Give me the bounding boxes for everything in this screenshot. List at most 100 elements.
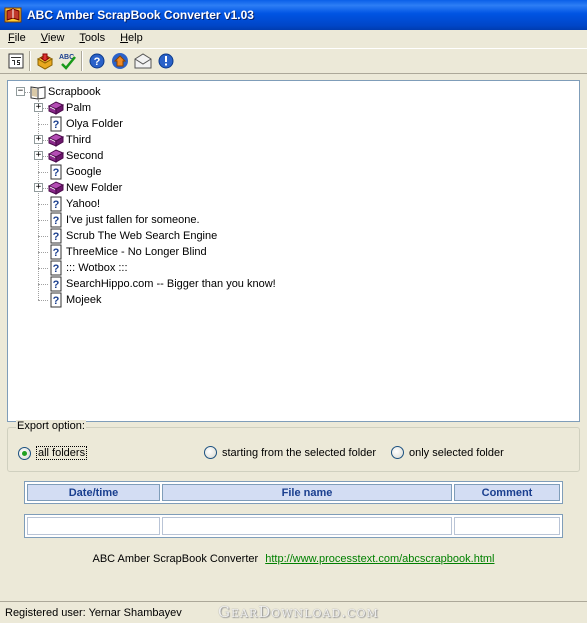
tree-page[interactable]: ?::: Wotbox ::: xyxy=(48,260,130,276)
tree-page[interactable]: ? Olya Folder xyxy=(48,116,125,132)
tree-item-label: Google xyxy=(66,166,102,178)
radio-circle-icon[interactable] xyxy=(391,446,404,459)
tree-connector xyxy=(38,236,48,237)
tree-page[interactable]: ? Scrub The Web Search Engine xyxy=(48,228,219,244)
svg-text:?: ? xyxy=(53,119,60,131)
column-header-date-time[interactable]: Date/time xyxy=(27,484,160,501)
help-button[interactable]: ? xyxy=(85,50,108,72)
radio-starting-from-selected-label: starting from the selected folder xyxy=(222,446,377,459)
tree-connector xyxy=(38,204,48,205)
toolbar: ABC ? xyxy=(0,48,587,74)
expand-icon[interactable]: + xyxy=(34,135,43,144)
radio-only-selected[interactable]: only selected folder xyxy=(391,446,504,459)
radio-starting-from-selected[interactable]: starting from the selected folder xyxy=(204,446,376,459)
folder-icon xyxy=(48,181,64,195)
log-table-row xyxy=(24,514,563,538)
mail-icon xyxy=(134,53,151,69)
mail-button[interactable] xyxy=(131,50,154,72)
page-icon: ? xyxy=(50,116,62,132)
home-icon xyxy=(111,53,128,69)
tree-connector xyxy=(38,284,48,285)
tree-item-label: Scrub The Web Search Engine xyxy=(66,230,218,242)
menu-tools[interactable]: Tools xyxy=(71,30,112,47)
svg-text:?: ? xyxy=(53,215,60,227)
svg-text:?: ? xyxy=(53,231,60,243)
radio-all-folders-label: all folders xyxy=(36,446,88,460)
column-header-comment[interactable]: Comment xyxy=(454,484,560,501)
tree-page[interactable]: ? I've just fallen for someone. xyxy=(48,212,202,228)
tree-page[interactable]: ? Mojeek xyxy=(48,292,103,308)
radio-circle-icon[interactable] xyxy=(18,446,31,460)
tree-item-label: ThreeMice - No Longer Blind xyxy=(66,246,207,258)
tree-item-label: Third xyxy=(66,134,92,146)
info-icon xyxy=(158,53,173,69)
tree-connector xyxy=(38,252,48,253)
svg-text:?: ? xyxy=(53,199,60,211)
collapse-icon[interactable]: − xyxy=(16,87,25,96)
spellcheck-button[interactable]: ABC xyxy=(56,50,79,72)
tree-folder[interactable]: Third xyxy=(48,132,93,148)
log-table-header: Date/time File name Comment xyxy=(24,481,563,504)
tree-item-label: Scrapbook xyxy=(48,86,101,98)
tree-page[interactable]: ? Yahoo! xyxy=(48,196,102,212)
page-icon: ? xyxy=(50,196,62,212)
tree-page[interactable]: ? SearchHippo.com -- Bigger than you know… xyxy=(48,276,278,292)
scrapbook-app-icon xyxy=(4,7,22,23)
export-option-legend: Export option: xyxy=(16,420,86,432)
tree-item-label: Second xyxy=(66,150,104,162)
footer: ABC Amber ScrapBook Converter http://www… xyxy=(0,553,587,565)
column-header-file-name[interactable]: File name xyxy=(162,484,452,501)
tree-item-label: New Folder xyxy=(66,182,123,194)
tree-item-label: Olya Folder xyxy=(66,118,123,130)
tree-folder[interactable]: Second xyxy=(48,148,105,164)
cell-file-name[interactable] xyxy=(162,517,452,535)
svg-text:?: ? xyxy=(53,247,60,259)
scrapbook-tree[interactable]: − Scrapbook + Palm? Olya Folder + Third + Second… xyxy=(7,80,580,422)
tree-folder[interactable]: Palm xyxy=(48,100,93,116)
tree-root-scrapbook[interactable]: Scrapbook xyxy=(30,84,103,100)
radio-only-selected-label: only selected folder xyxy=(409,446,504,459)
svg-text:?: ? xyxy=(53,279,60,291)
expand-icon[interactable]: + xyxy=(34,183,43,192)
tree-page[interactable]: ? ThreeMice - No Longer Blind xyxy=(48,244,209,260)
title-bar[interactable]: ABC Amber ScrapBook Converter v1.03 xyxy=(0,0,587,30)
help-icon: ? xyxy=(89,53,104,69)
tree-item-label: SearchHippo.com -- Bigger than you know! xyxy=(66,278,276,290)
page-icon: ? xyxy=(50,212,62,228)
menu-file[interactable]: File xyxy=(0,30,33,47)
radio-circle-icon[interactable] xyxy=(204,446,217,459)
cell-date-time[interactable] xyxy=(27,517,160,535)
svg-text:?: ? xyxy=(93,56,100,68)
menu-view[interactable]: View xyxy=(33,30,72,47)
info-button[interactable] xyxy=(154,50,177,72)
folder-icon xyxy=(48,149,64,163)
menu-help[interactable]: Help xyxy=(112,30,150,47)
home-button[interactable] xyxy=(108,50,131,72)
tree-page[interactable]: ? Google xyxy=(48,164,103,180)
status-text: Registered user: Yernar Shambayev xyxy=(5,606,182,619)
page-icon: ? xyxy=(50,260,62,276)
expand-icon[interactable]: + xyxy=(34,103,43,112)
tree-connector xyxy=(38,268,48,269)
tree-connector xyxy=(38,300,48,301)
footer-product-name: ABC Amber ScrapBook Converter xyxy=(92,553,259,565)
tree-connector xyxy=(38,124,48,125)
page-icon: ? xyxy=(50,244,62,260)
radio-all-folders[interactable]: all folders xyxy=(18,446,88,460)
tree-connector xyxy=(38,220,48,221)
page-icon: ? xyxy=(50,276,62,292)
open-book-icon xyxy=(30,86,46,100)
tree-folder[interactable]: New Folder xyxy=(48,180,124,196)
svg-text:?: ? xyxy=(53,295,60,307)
window-title: ABC Amber ScrapBook Converter v1.03 xyxy=(27,8,254,22)
folder-icon xyxy=(48,133,64,147)
expand-icon[interactable]: + xyxy=(34,151,43,160)
tree-item-label: I've just fallen for someone. xyxy=(66,214,200,226)
export-button[interactable] xyxy=(4,50,27,72)
cell-comment[interactable] xyxy=(454,517,560,535)
open-button[interactable] xyxy=(33,50,56,72)
tree-item-label: ::: Wotbox ::: xyxy=(66,262,128,274)
website-link[interactable]: http://www.processtext.com/abcscrapbook.… xyxy=(265,553,494,565)
export-options-group: Export option: all folders starting from… xyxy=(7,420,580,472)
tree-connector xyxy=(38,100,39,300)
